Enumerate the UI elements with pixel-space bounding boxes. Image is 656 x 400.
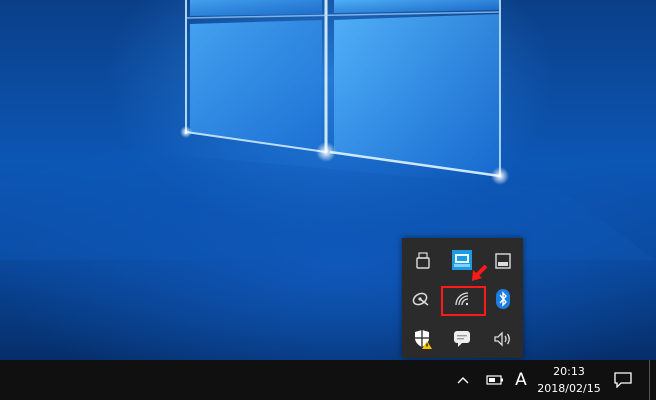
ime-mode-indicator[interactable]: A xyxy=(510,360,532,400)
display-icon[interactable] xyxy=(490,248,516,274)
usb-safely-remove-icon[interactable] xyxy=(410,248,436,274)
satellite-dish-icon[interactable] xyxy=(408,286,434,312)
bluetooth-icon[interactable] xyxy=(490,286,516,312)
message-bubble-icon[interactable] xyxy=(449,326,475,352)
security-center-warning-icon[interactable] xyxy=(410,326,436,352)
taskbar: A 20:13 2018/02/15 xyxy=(0,360,656,400)
wifi-highlight-box xyxy=(441,286,486,316)
clock-date: 2018/02/15 xyxy=(537,382,601,395)
window-logo-wallpaper xyxy=(0,0,656,260)
battery-icon[interactable] xyxy=(484,360,506,400)
speaker-volume-icon[interactable] xyxy=(490,326,516,352)
action-center-icon[interactable] xyxy=(612,360,634,400)
show-desktop-button[interactable] xyxy=(649,360,656,400)
desktop-background xyxy=(0,0,656,360)
clock[interactable]: 20:13 2018/02/15 xyxy=(533,360,605,400)
red-arrow-icon xyxy=(472,264,488,281)
chevron-up-icon[interactable] xyxy=(452,360,474,400)
clock-time: 20:13 xyxy=(553,365,585,378)
